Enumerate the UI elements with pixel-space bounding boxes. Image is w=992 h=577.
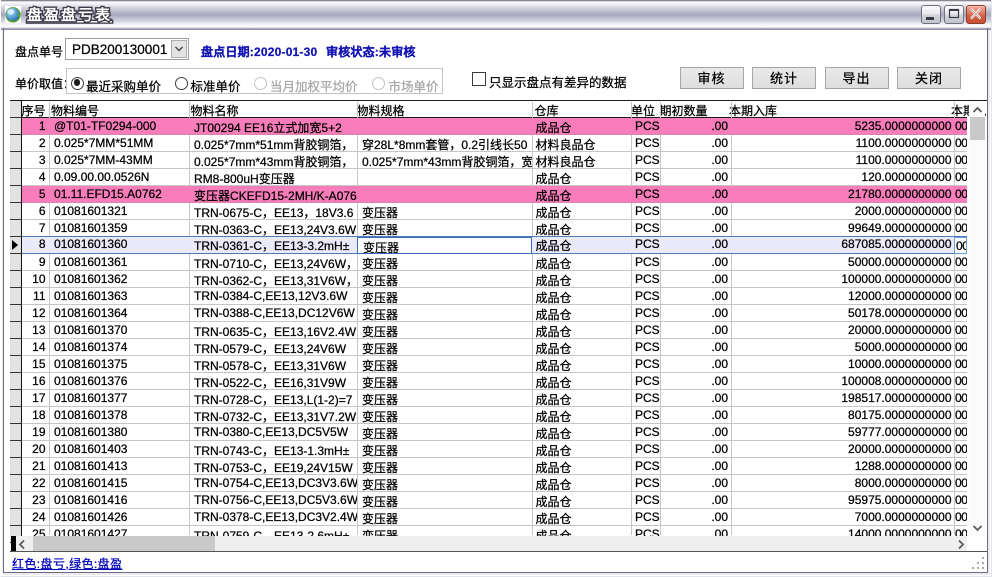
- svg-text:盘盈盘亏表: 盘盈盘亏表: [27, 6, 112, 24]
